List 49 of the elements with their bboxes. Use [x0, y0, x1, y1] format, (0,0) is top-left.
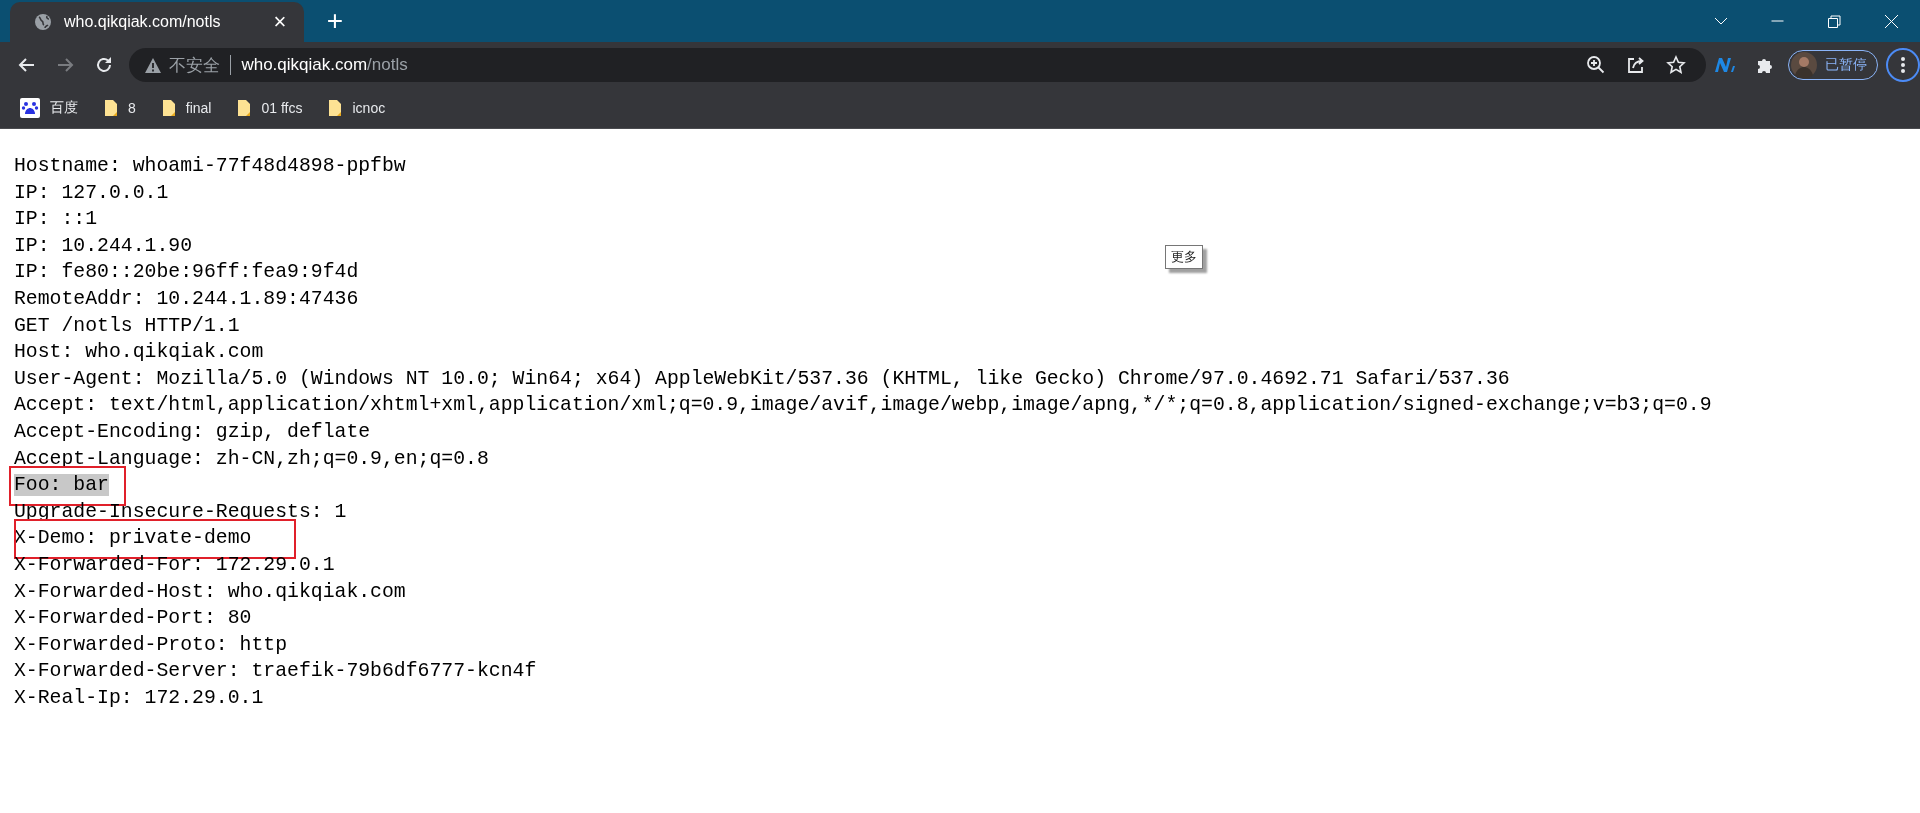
- more-vertical-icon: [1901, 57, 1906, 73]
- bookmark[interactable]: 百度: [12, 94, 86, 122]
- folder-icon: [104, 99, 118, 117]
- header-line: X-Forwarded-Port: 80: [14, 607, 252, 630]
- avatar-icon: [1791, 52, 1818, 78]
- menu-button[interactable]: [1886, 48, 1920, 82]
- browser-tab[interactable]: who.qikqiak.com/notls ×: [10, 2, 304, 42]
- header-line: X-Demo: private-demo: [14, 527, 252, 550]
- new-tab-button[interactable]: +: [320, 6, 350, 36]
- bookmark[interactable]: 01 ffcs: [229, 94, 311, 122]
- address-bar[interactable]: 不安全 who.qikqiak.com/notls: [129, 48, 1706, 82]
- header-line: X-Forwarded-Host: who.qikqiak.com: [14, 580, 406, 603]
- header-line: Host: who.qikqiak.com: [14, 341, 264, 364]
- header-line: Accept: text/html,application/xhtml+xml,application/xml;q=0.9,image/avif,image/webp,image/apng,*/*;q=0.8,application/signed-exchange;v=b3;q=0.9: [14, 394, 1712, 417]
- header-line: RemoteAddr: 10.244.1.89:47436: [14, 287, 359, 310]
- extension-logo-icon[interactable]: [1715, 58, 1736, 72]
- folder-icon: [237, 99, 252, 117]
- tab-close-button[interactable]: ×: [270, 12, 290, 32]
- header-line: IP: 10.244.1.90: [14, 234, 193, 257]
- star-icon[interactable]: [1665, 55, 1686, 75]
- header-line: X-Forwarded-Proto: http: [14, 633, 288, 656]
- header-line: IP: ::1: [14, 208, 98, 231]
- header-line: X-Real-Ip: 172.29.0.1: [14, 686, 264, 709]
- header-line: IP: fe80::20be:96ff:fea9:9f4d: [14, 261, 359, 284]
- bookmark[interactable]: icnoc: [320, 94, 394, 122]
- tab-title: who.qikqiak.com/notls: [64, 13, 222, 31]
- header-line: Hostname: whoami-77f48d4898-ppfbw: [14, 155, 406, 177]
- header-line: X-Forwarded-For: 172.29.0.1: [14, 553, 335, 576]
- globe-icon: [34, 13, 52, 31]
- bookmark[interactable]: final: [153, 94, 220, 122]
- header-line: User-Agent: Mozilla/5.0 (Windows NT 10.0; Win64; x64) AppleWebKit/537.36 (KHTML, like Gecko) Chrome/97.0.4692.71 Safari/537.36: [14, 367, 1510, 390]
- header-line: GET /notls HTTP/1.1: [14, 314, 240, 337]
- tooltip: 更多: [1165, 245, 1203, 269]
- header-line: Accept-Encoding: gzip, deflate: [14, 420, 371, 443]
- paw-icon: [20, 98, 40, 118]
- minimize-icon: [1771, 20, 1784, 22]
- share-icon[interactable]: [1625, 55, 1646, 75]
- header-line: Accept-Language: zh-CN,zh;q=0.9,en;q=0.8: [14, 447, 489, 470]
- header-line: Upgrade-Insecure-Requests: 1: [14, 500, 347, 523]
- folder-icon: [161, 99, 176, 117]
- warning-icon: [145, 57, 162, 73]
- bookmark[interactable]: 8: [96, 94, 144, 122]
- chevron-down-icon: [1713, 17, 1728, 25]
- header-line: X-Forwarded-Server: traefik-79b6df6777-kcn4f: [14, 660, 537, 683]
- security-label: 不安全: [169, 54, 221, 77]
- zoom-icon[interactable]: [1585, 55, 1606, 75]
- header-line: IP: 127.0.0.1: [14, 181, 169, 204]
- url-text: who.qikqiak.com/notls: [241, 55, 408, 75]
- folder-icon: [328, 99, 343, 117]
